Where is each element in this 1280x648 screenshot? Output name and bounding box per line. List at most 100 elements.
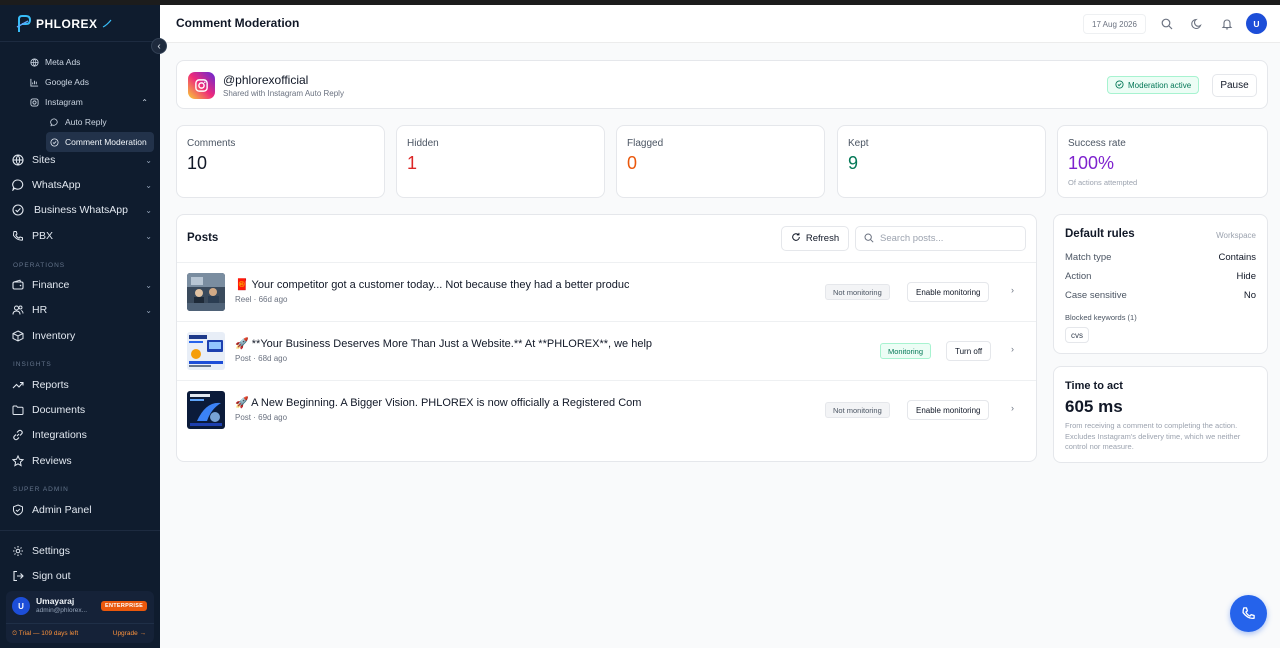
- phone-icon: [1242, 607, 1255, 620]
- sidebar-collapse-button[interactable]: ‹: [151, 38, 167, 54]
- posts-card: Posts Refresh 🧧: [176, 214, 1037, 462]
- keyword-chip: cvs: [1065, 327, 1089, 343]
- sidebar-item-settings[interactable]: Settings: [12, 540, 152, 562]
- time-to-act-card: Time to act 605 ms From receiving a comm…: [1053, 366, 1268, 463]
- logo-mark-icon: [16, 15, 32, 32]
- upgrade-link[interactable]: Upgrade →: [113, 630, 146, 637]
- post-row[interactable]: 🚀 A New Beginning. A Bigger Vision. PHLO…: [177, 380, 1036, 439]
- stat-label: Comments: [187, 138, 236, 149]
- sidebar-item-sign-out[interactable]: Sign out: [12, 565, 152, 587]
- trend-up-icon: [12, 379, 24, 391]
- pause-button[interactable]: Pause: [1212, 74, 1257, 97]
- sidebar-item-sites[interactable]: Sites ⌄: [12, 149, 152, 171]
- search-posts: [855, 226, 1026, 251]
- rule-key: Case sensitive: [1065, 290, 1127, 301]
- sidebar-item-instagram[interactable]: Instagram ⌃: [30, 92, 154, 112]
- stat-card-flagged: Flagged 0: [616, 125, 825, 198]
- post-meta: Reel · 66d ago: [235, 295, 288, 304]
- user-email: admin@phlorex...: [36, 607, 88, 614]
- sidebar-item-label: Google Ads: [45, 77, 89, 87]
- date-chip: 17 Aug 2026: [1083, 14, 1146, 34]
- chevron-down-icon: ⌄: [145, 231, 152, 241]
- bell-icon[interactable]: [1220, 17, 1233, 30]
- sign-out-icon: [12, 570, 24, 582]
- sidebar-item-label: Business WhatsApp: [34, 204, 128, 216]
- trial-bar: ⏲ Trial — 109 days left Upgrade →: [6, 623, 154, 643]
- post-meta: Post · 68d ago: [235, 354, 288, 363]
- star-icon: [12, 455, 24, 467]
- section-label-operations: OPERATIONS: [13, 262, 66, 269]
- chevron-up-icon: ⌃: [141, 97, 148, 107]
- moderation-status-badge: Moderation active: [1107, 76, 1200, 94]
- sidebar-item-label: Admin Panel: [32, 504, 92, 516]
- moon-icon[interactable]: [1190, 17, 1203, 30]
- account-card: @phlorexofficial Shared with Instagram A…: [176, 60, 1268, 109]
- post-title: 🚀 A New Beginning. A Bigger Vision. PHLO…: [235, 397, 642, 409]
- logo-text: PHLOREX: [36, 17, 98, 31]
- sidebar: PHLOREX Meta Ads Google Ads Instagram ⌃ …: [0, 5, 160, 648]
- chevron-right-icon[interactable]: ›: [1011, 403, 1014, 413]
- chevron-down-icon: ⌄: [145, 155, 152, 165]
- sidebar-item-auto-reply[interactable]: Auto Reply: [46, 112, 154, 132]
- post-title: 🚀 **Your Business Deserves More Than Jus…: [235, 338, 653, 350]
- sidebar-item-hr[interactable]: HR ⌄: [12, 299, 152, 321]
- chevron-down-icon: ⌄: [145, 280, 152, 290]
- globe-icon: [30, 57, 39, 67]
- post-row[interactable]: 🚀 **Your Business Deserves More Than Jus…: [177, 321, 1036, 380]
- globe-icon: [12, 154, 24, 166]
- rule-key: Match type: [1065, 252, 1112, 263]
- enable-monitoring-button[interactable]: Enable monitoring: [907, 400, 990, 420]
- search-icon[interactable]: [1160, 17, 1173, 30]
- call-button[interactable]: [1230, 595, 1267, 632]
- section-label-insights: INSIGHTS: [13, 361, 52, 368]
- chevron-right-icon[interactable]: ›: [1011, 285, 1014, 295]
- time-to-act-value: 605 ms: [1065, 397, 1123, 416]
- instagram-logo-icon: [188, 72, 215, 99]
- chevron-right-icon[interactable]: ›: [1011, 344, 1014, 354]
- sidebar-item-whatsapp[interactable]: WhatsApp ⌄: [12, 174, 152, 196]
- sidebar-item-google-ads[interactable]: Google Ads: [30, 72, 154, 92]
- stat-label: Hidden: [407, 138, 439, 149]
- sidebar-item-business-whatsapp[interactable]: Business WhatsApp ⌄: [12, 199, 152, 221]
- stat-card-kept: Kept 9: [837, 125, 1046, 198]
- sidebar-item-meta-ads[interactable]: Meta Ads: [30, 52, 154, 72]
- chat-bubble-icon: [12, 179, 24, 191]
- section-label-super-admin: SUPER ADMIN: [13, 486, 69, 493]
- account-subtitle: Shared with Instagram Auto Reply: [223, 89, 344, 98]
- sidebar-item-integrations[interactable]: Integrations: [12, 424, 152, 446]
- sidebar-item-label: Settings: [32, 545, 70, 557]
- sidebar-item-documents[interactable]: Documents: [12, 399, 152, 421]
- sidebar-item-label: Sign out: [32, 570, 71, 582]
- sidebar-item-inventory[interactable]: Inventory: [12, 325, 152, 347]
- sidebar-item-finance[interactable]: Finance ⌄: [12, 274, 152, 296]
- search-posts-input[interactable]: [880, 233, 1020, 244]
- sidebar-item-pbx[interactable]: PBX ⌄: [12, 225, 152, 247]
- refresh-button[interactable]: Refresh: [781, 226, 849, 251]
- enable-monitoring-button[interactable]: Enable monitoring: [907, 282, 990, 302]
- sidebar-item-label: PBX: [32, 230, 54, 242]
- chat-bubble-icon: [50, 117, 59, 127]
- rule-value: Hide: [1236, 271, 1256, 282]
- post-title: 🧧 Your competitor got a customer today..…: [235, 279, 630, 291]
- app-logo[interactable]: PHLOREX: [16, 13, 112, 35]
- turn-off-monitoring-button[interactable]: Turn off: [946, 341, 992, 361]
- user-card[interactable]: U Umayaraj admin@phlorex... ENTERPRISE ⏲…: [6, 591, 154, 643]
- user-avatar-button[interactable]: U: [1246, 13, 1267, 34]
- posts-title: Posts: [187, 232, 219, 244]
- sidebar-item-admin-panel[interactable]: Admin Panel: [12, 499, 152, 521]
- sidebar-item-label: Inventory: [32, 330, 76, 342]
- sidebar-item-reports[interactable]: Reports: [12, 374, 152, 396]
- sidebar-item-reviews[interactable]: Reviews: [12, 450, 152, 472]
- avatar: U: [12, 597, 30, 615]
- time-to-act-title: Time to act: [1065, 380, 1123, 392]
- time-to-act-description: From receiving a comment to completing t…: [1065, 421, 1241, 451]
- moderation-status-label: Moderation active: [1128, 80, 1192, 90]
- shield-check-icon: [50, 137, 59, 147]
- rule-value: No: [1243, 290, 1256, 301]
- check-circle-icon: [12, 204, 24, 216]
- wallet-icon: [12, 279, 24, 291]
- stat-label: Flagged: [627, 138, 664, 149]
- post-thumbnail: [187, 332, 225, 370]
- chevron-down-icon: ⌄: [145, 305, 152, 315]
- post-row[interactable]: 🧧 Your competitor got a customer today..…: [177, 262, 1036, 321]
